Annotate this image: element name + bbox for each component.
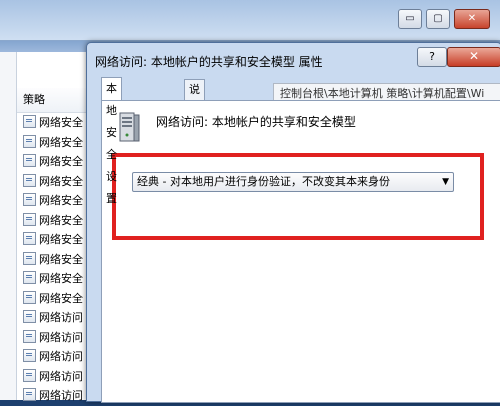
policy-row[interactable]: 网络访问	[17, 347, 95, 367]
policy-icon	[23, 388, 36, 401]
tab-explain[interactable]: 说明	[184, 79, 205, 116]
policy-icon	[23, 232, 36, 245]
policy-row-label: 网络访问	[39, 389, 83, 402]
policy-row-label: 网络安全	[39, 174, 83, 188]
policy-row[interactable]: 网络安全	[17, 191, 95, 211]
outer-window-titlebar: ▭ ▢ ✕	[0, 0, 500, 41]
policy-icon	[23, 212, 36, 226]
policy-row-label: 网络安全	[39, 116, 83, 129]
dialog-close-button[interactable]: ✕	[447, 47, 500, 67]
policy-icon	[23, 329, 36, 343]
policy-row[interactable]: 网络访问	[17, 386, 95, 406]
policy-row-label: 网络安全	[39, 135, 83, 149]
server-icon	[119, 112, 140, 142]
tab-local-security-setting[interactable]: 本地安全设置	[101, 77, 122, 205]
policy-row[interactable]: 网络安全	[17, 230, 95, 250]
policy-row[interactable]: 网络安全	[17, 113, 95, 133]
policy-icon	[23, 173, 36, 187]
policy-column-header[interactable]: 策略	[17, 88, 95, 113]
policy-icon	[23, 154, 36, 167]
policy-row[interactable]: 网络安全	[17, 172, 95, 192]
policy-row-label: 网络安全	[39, 213, 83, 227]
policy-row[interactable]: 网络安全	[17, 250, 95, 270]
policy-list: 策略 网络安全 网络安全 网络安全 网络安全 网络安全 网络安全 网络安全 网络安全 网络安全网…	[17, 52, 96, 402]
policy-row-label: 网络安全	[39, 155, 83, 168]
policy-row-label: 网络安全	[39, 252, 83, 266]
policy-icon	[23, 271, 36, 284]
red-highlight-box	[112, 153, 484, 240]
policy-row[interactable]: 网络访问	[17, 328, 95, 348]
policy-icon	[23, 368, 36, 382]
policy-row[interactable]: 网络访问	[17, 308, 95, 328]
close-button[interactable]: ✕	[454, 9, 490, 29]
policy-icon	[23, 310, 36, 323]
policy-row-label: 网络访问	[39, 350, 83, 363]
policy-icon	[23, 290, 36, 304]
policy-icon	[23, 251, 36, 265]
policy-row-label: 网络访问	[39, 330, 83, 344]
dialog-title: 网络访问: 本地帐户的共享和安全模型 属性	[95, 55, 323, 69]
policy-row[interactable]: 网络安全	[17, 152, 95, 172]
policy-row[interactable]: 网络安全	[17, 289, 95, 309]
policy-row-label: 网络安全	[39, 272, 83, 285]
policy-row-label: 网络安全	[39, 233, 83, 246]
policy-row-label: 网络访问	[39, 311, 83, 324]
tab-panel: 网络访问: 本地帐户的共享和安全模型 经典 - 对本地用户进行身份验证，不改变其…	[101, 100, 500, 403]
properties-dialog: 网络访问: 本地帐户的共享和安全模型 属性 ? ✕ 本地安全设置 说明 控制台根…	[86, 42, 500, 403]
policy-icon	[23, 193, 36, 206]
help-button[interactable]: ?	[417, 47, 447, 67]
maximize-button[interactable]: ▢	[426, 9, 450, 29]
policy-name-label: 网络访问: 本地帐户的共享和安全模型	[156, 115, 356, 129]
policy-icon	[23, 134, 36, 148]
policy-icon	[23, 349, 36, 362]
chevron-down-icon[interactable]: ▼	[442, 173, 449, 191]
policy-row-label: 网络安全	[39, 194, 83, 207]
security-model-select[interactable]: 经典 - 对本地用户进行身份验证，不改变其本来身份 ▼	[132, 172, 454, 192]
policy-row[interactable]: 网络安全	[17, 133, 95, 153]
tree-pane	[0, 52, 17, 400]
minimize-button[interactable]: ▭	[398, 9, 422, 29]
policy-row-label: 网络安全	[39, 291, 83, 305]
policy-row[interactable]: 网络安全	[17, 269, 95, 289]
policy-row[interactable]: 网络访问	[17, 367, 95, 387]
policy-icon	[23, 115, 36, 128]
select-value: 经典 - 对本地用户进行身份验证，不改变其本来身份	[137, 175, 390, 188]
policy-row[interactable]: 网络安全	[17, 211, 95, 231]
policy-row-label: 网络访问	[39, 369, 83, 383]
